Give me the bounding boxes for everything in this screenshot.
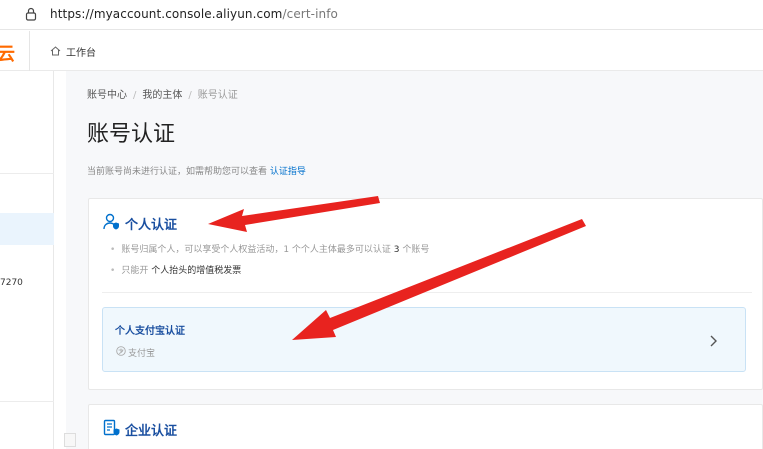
url-path: /cert-info (282, 7, 338, 21)
sidebar-divider (0, 401, 54, 402)
alipay-cert-title[interactable]: 个人支付宝认证 (115, 322, 185, 337)
console-topbar (0, 30, 763, 71)
brand-logo[interactable]: 云 (0, 40, 15, 66)
url-host: https://myaccount.console.aliyun.com (50, 7, 283, 21)
personal-invoice-bullet: 只能开 个人抬头的增值税发票 (110, 263, 241, 276)
alipay-cert-option[interactable] (102, 307, 746, 372)
card-divider (102, 292, 752, 293)
bullet-text: 只能开 (121, 266, 149, 276)
sidebar-account-id: 7270 (0, 278, 23, 288)
breadcrumb-item[interactable]: 账号中心 (87, 90, 127, 101)
breadcrumb-item[interactable]: 我的主体 (142, 90, 182, 101)
alipay-label: 支付宝 (128, 349, 156, 359)
sidebar-collapse-handle[interactable] (64, 433, 76, 447)
bullet-text: 个账号 (402, 245, 430, 255)
breadcrumb: 账号中心 / 我的主体 / 账号认证 (87, 90, 238, 101)
enterprise-cert-card (88, 404, 763, 449)
bullet-text: 账号归属个人，可以享受个人权益活动，1 个个人主体最多可以认证 (121, 245, 391, 255)
lock-icon (25, 7, 37, 21)
personal-benefit-bullet: 账号归属个人，可以享受个人权益活动，1 个个人主体最多可以认证 3 个账号 (110, 242, 429, 255)
url-text[interactable]: https://myaccount.console.aliyun.com/cer… (50, 7, 338, 21)
alipay-icon (116, 346, 126, 356)
breadcrumb-current: 账号认证 (197, 90, 238, 101)
left-sidebar (0, 71, 54, 449)
bullet-emphasis: 个人抬头的增值税发票 (151, 266, 242, 276)
enterprise-cert-icon (103, 419, 120, 436)
sidebar-divider (0, 173, 54, 174)
browser-address-bar[interactable]: https://myaccount.console.aliyun.com/cer… (0, 0, 763, 30)
chevron-right-icon[interactable] (708, 334, 718, 348)
page-title: 账号认证 (87, 122, 176, 147)
topbar-divider (29, 31, 30, 71)
cert-guide-link[interactable]: 认证指导 (270, 167, 306, 177)
hint-text: 当前账号尚未进行认证，如需帮助您可以查看 (87, 167, 268, 177)
enterprise-cert-title: 企业认证 (125, 424, 178, 439)
page-hint: 当前账号尚未进行认证，如需帮助您可以查看 认证指导 (87, 164, 306, 177)
personal-cert-title: 个人认证 (125, 218, 178, 233)
sidebar-item-active[interactable] (0, 213, 54, 245)
bullet-count: 3 (393, 245, 400, 255)
home-icon[interactable] (50, 46, 61, 56)
personal-cert-icon (103, 213, 119, 230)
workbench-link[interactable]: 工作台 (66, 44, 96, 59)
